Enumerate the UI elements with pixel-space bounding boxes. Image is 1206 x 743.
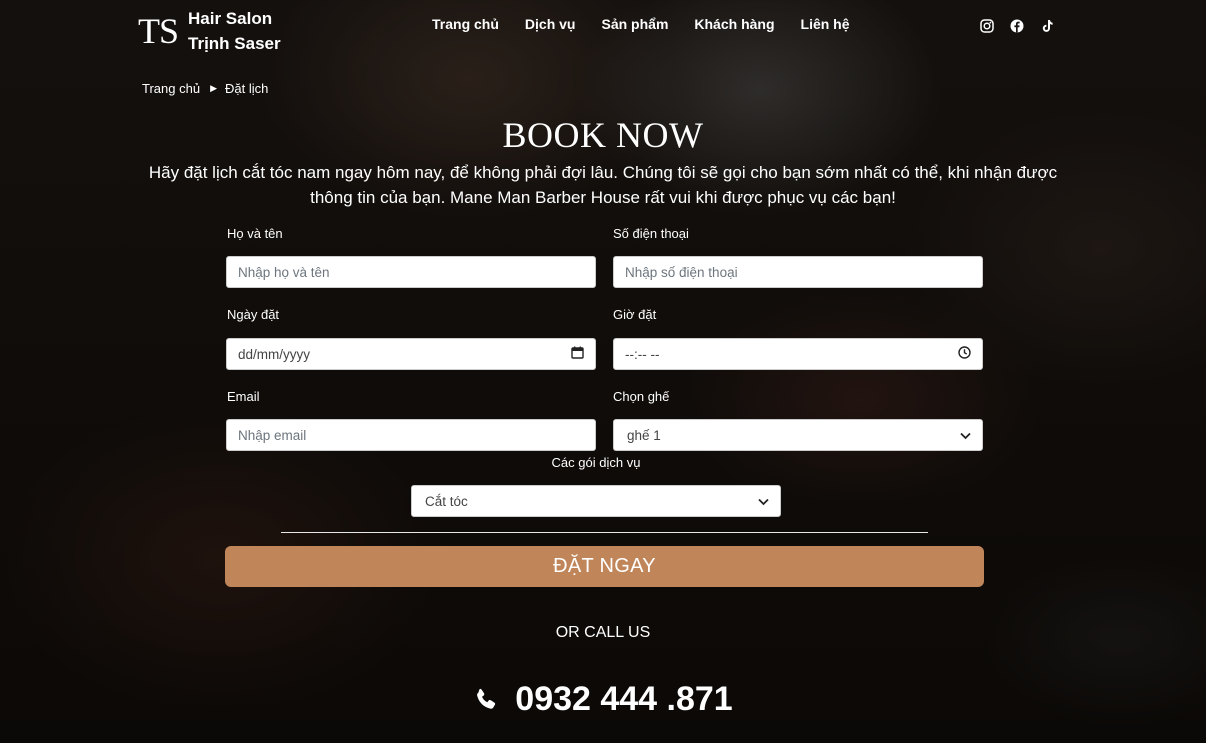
service-value: Cắt tóc — [425, 493, 468, 509]
divider — [281, 532, 928, 533]
chair-value: ghế 1 — [627, 427, 661, 443]
date-placeholder: dd/mm/yyyy — [238, 346, 311, 362]
phone-field[interactable]: Nhập số điện thoại — [613, 256, 983, 288]
phone-number: 0932 444 .871 — [515, 680, 733, 718]
nav-item-home[interactable]: Trang chủ — [432, 16, 499, 32]
breadcrumb-home[interactable]: Trang chủ — [142, 81, 200, 96]
breadcrumb: Trang chủ ▶ Đặt lịch — [142, 81, 268, 96]
chair-label: Chọn ghế — [613, 389, 670, 404]
social-links — [979, 18, 1055, 34]
time-label: Giờ đặt — [613, 307, 657, 322]
tiktok-icon[interactable] — [1039, 18, 1055, 34]
chair-select[interactable]: ghế 1 — [613, 419, 983, 451]
email-placeholder: Nhập email — [238, 427, 307, 443]
logo-line1: Hair Salon — [188, 9, 273, 28]
chevron-down-icon — [758, 494, 769, 509]
logo[interactable]: TS Hair Salon Trịnh Saser — [138, 6, 281, 56]
service-select[interactable]: Cắt tóc — [411, 485, 781, 517]
nav-item-contact[interactable]: Liên hệ — [801, 16, 850, 32]
nav-item-services[interactable]: Dịch vụ — [525, 16, 576, 32]
facebook-icon[interactable] — [1009, 18, 1025, 34]
email-label: Email — [227, 389, 260, 404]
logo-mark: TS — [138, 11, 179, 51]
nav-item-customers[interactable]: Khách hàng — [694, 16, 774, 32]
phone-label: Số điện thoại — [613, 226, 689, 241]
phone-contact[interactable]: 0932 444 .871 — [0, 680, 1206, 719]
time-placeholder: --:-- -- — [625, 346, 660, 362]
clock-icon[interactable] — [958, 346, 971, 362]
phone-placeholder: Nhập số điện thoại — [625, 264, 738, 280]
chevron-down-icon — [960, 428, 971, 443]
name-label: Họ và tên — [227, 226, 283, 241]
time-field[interactable]: --:-- -- — [613, 338, 983, 370]
logo-text: Hair Salon Trịnh Saser — [188, 6, 281, 56]
name-field[interactable]: Nhập họ và tên — [226, 256, 596, 288]
book-now-button[interactable]: ĐẶT NGAY — [225, 546, 984, 587]
phone-icon — [477, 688, 496, 709]
page-title: BOOK NOW — [502, 115, 704, 155]
date-label: Ngày đặt — [227, 307, 280, 322]
service-label: Các gói dịch vụ — [551, 455, 641, 470]
calendar-icon[interactable] — [571, 346, 584, 362]
email-field[interactable]: Nhập email — [226, 419, 596, 451]
instagram-icon[interactable] — [979, 18, 995, 34]
name-placeholder: Nhập họ và tên — [238, 264, 330, 280]
logo-line2: Trịnh Saser — [188, 34, 281, 53]
caret-right-icon: ▶ — [210, 83, 217, 93]
or-call-label: OR CALL US — [555, 624, 651, 641]
intro-text: Hãy đặt lịch cắt tóc nam ngay hôm nay, đ… — [148, 163, 1058, 207]
nav-item-products[interactable]: Sản phẩm — [601, 16, 668, 32]
breadcrumb-current: Đặt lịch — [224, 81, 269, 96]
date-field[interactable]: dd/mm/yyyy — [226, 338, 596, 370]
main-nav: Trang chủ Dịch vụ Sản phẩm Khách hàng Li… — [432, 16, 876, 32]
